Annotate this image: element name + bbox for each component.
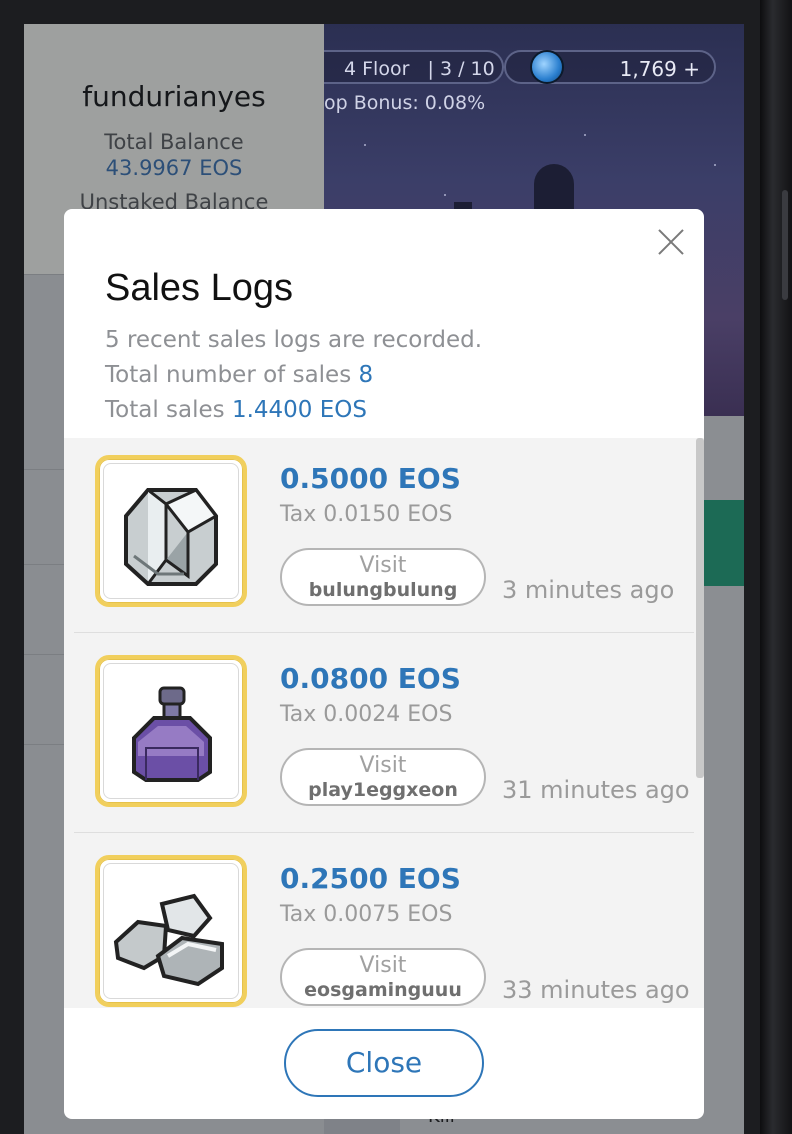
buyer-account: bulungbulung	[308, 579, 458, 601]
sale-price: 0.5000 EOS	[280, 462, 461, 495]
sales-log-item: 0.2500 EOS Tax 0.0075 EOS Visit eosgamin…	[74, 838, 694, 1008]
phone-side-button	[782, 190, 788, 300]
sales-log-item: 0.0800 EOS Tax 0.0024 EOS Visit play1egg…	[74, 638, 694, 838]
sale-time: 31 minutes ago	[502, 776, 690, 804]
total-sales-count-value: 8	[358, 362, 374, 388]
purple-potion-bottle-icon	[132, 686, 212, 782]
total-sales-amount-label: Total sales	[105, 397, 225, 423]
close-icon[interactable]	[656, 227, 686, 257]
list-divider	[74, 832, 694, 833]
sale-tax: Tax 0.0024 EOS	[280, 702, 453, 727]
visit-label: Visit	[359, 753, 407, 778]
gem-counter[interactable]: 1,769 +	[504, 50, 716, 84]
sales-logs-modal: Sales Logs 5 recent sales logs are recor…	[64, 209, 704, 1119]
visit-label: Visit	[359, 553, 407, 578]
sale-time: 3 minutes ago	[502, 576, 675, 604]
list-divider	[74, 632, 694, 633]
visit-label: Visit	[359, 953, 407, 978]
sale-time: 33 minutes ago	[502, 976, 690, 1004]
item-thumbnail	[95, 655, 247, 807]
total-balance-value: 43.9967 EOS	[105, 156, 243, 180]
total-sales-amount: Total sales 1.4400 EOS	[105, 397, 367, 423]
gem-count: 1,769 +	[619, 57, 700, 81]
username: fundurianyes	[82, 80, 266, 113]
blue-gem-icon	[530, 50, 564, 84]
visit-button[interactable]: Visit eosgaminguuu	[280, 948, 486, 1006]
recent-logs-note: 5 recent sales logs are recorded.	[105, 327, 483, 353]
visit-button[interactable]: Visit play1eggxeon	[280, 748, 486, 806]
total-sales-amount-value: 1.4400 EOS	[231, 397, 367, 423]
close-button[interactable]: Close	[284, 1029, 484, 1097]
list-scrollbar[interactable]	[696, 438, 704, 778]
floor-text: 4 Floor	[344, 58, 410, 80]
total-sales-count: Total number of sales 8	[105, 362, 373, 388]
sale-price: 0.2500 EOS	[280, 862, 461, 895]
total-balance-label: Total Balance	[104, 130, 244, 154]
phone-bezel	[760, 0, 792, 1134]
sales-log-item: 0.5000 EOS Tax 0.0150 EOS Visit bulungbu…	[74, 438, 694, 638]
buyer-account: play1eggxeon	[308, 779, 458, 801]
sale-tax: Tax 0.0075 EOS	[280, 902, 453, 927]
item-thumbnail	[95, 855, 247, 1007]
silver-ingots-icon	[124, 488, 219, 586]
total-sales-count-label: Total number of sales	[105, 362, 352, 388]
buyer-account: eosgaminguuu	[304, 979, 462, 1001]
sale-price: 0.0800 EOS	[280, 662, 461, 695]
sales-log-list[interactable]: 0.5000 EOS Tax 0.0150 EOS Visit bulungbu…	[64, 438, 704, 1008]
bonus-text: op Bonus: 0.08%	[324, 92, 486, 114]
floor-progress: | 3 / 10	[427, 58, 495, 80]
item-thumbnail	[95, 455, 247, 607]
visit-button[interactable]: Visit bulungbulung	[280, 548, 486, 606]
sale-tax: Tax 0.0150 EOS	[280, 502, 453, 527]
silver-ore-chunks-icon	[113, 893, 224, 987]
modal-title: Sales Logs	[105, 267, 294, 309]
